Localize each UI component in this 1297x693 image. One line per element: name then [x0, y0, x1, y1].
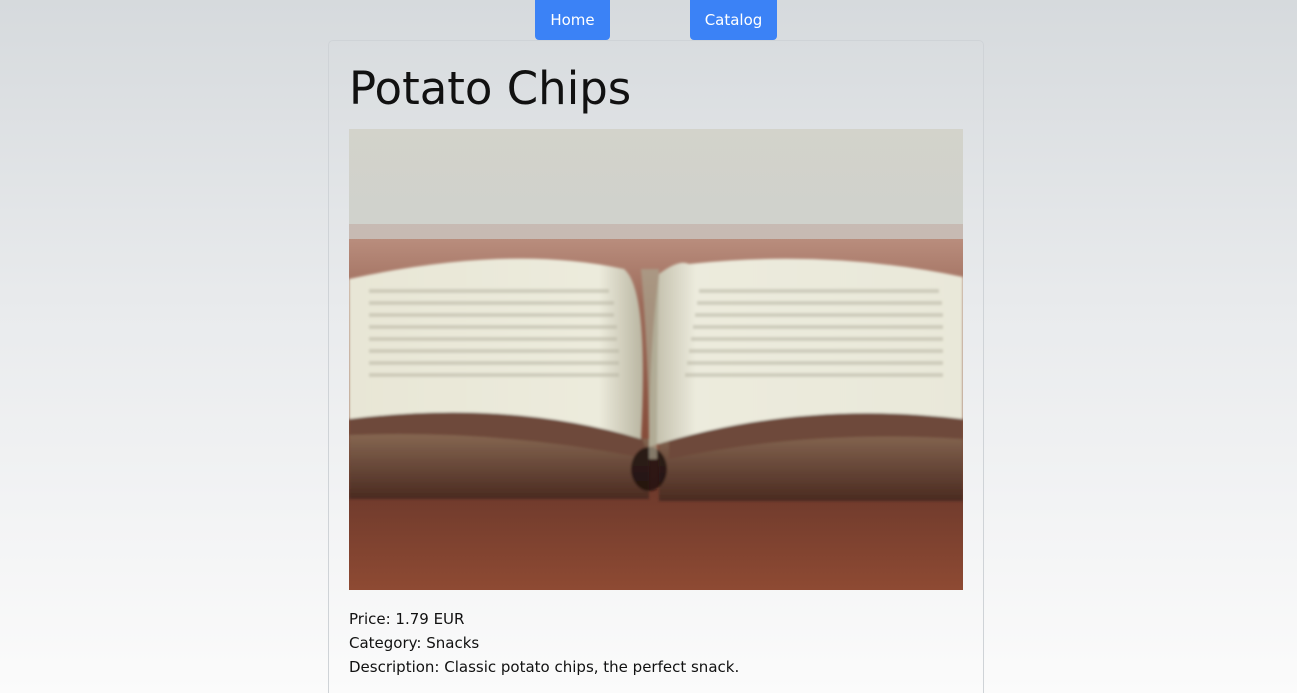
product-image [349, 129, 963, 590]
product-title: Potato Chips [349, 62, 632, 115]
product-category: Category: Snacks [349, 634, 480, 652]
product-card: Potato Chips Price: 1.79 EUR Category: S… [328, 40, 984, 693]
product-description: Description: Classic potato chips, the p… [349, 658, 740, 676]
catalog-button[interactable]: Catalog [690, 0, 777, 40]
product-price: Price: 1.79 EUR [349, 610, 465, 628]
product-details: Price: 1.79 EUR Category: Snacks Descrip… [349, 607, 739, 679]
home-button[interactable]: Home [535, 0, 610, 40]
